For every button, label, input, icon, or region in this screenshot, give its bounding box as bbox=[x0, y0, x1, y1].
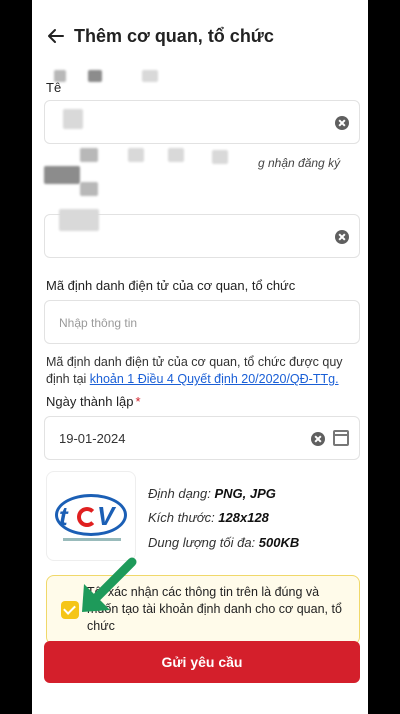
logo-letter-c bbox=[77, 507, 97, 527]
censor-block bbox=[142, 70, 158, 82]
censor-block bbox=[128, 148, 144, 162]
eid-input[interactable]: Nhập thông tin bbox=[44, 300, 360, 344]
censor-block bbox=[59, 209, 99, 231]
eid-placeholder: Nhập thông tin bbox=[59, 316, 138, 330]
max-value: 500KB bbox=[258, 535, 300, 550]
back-arrow-icon[interactable] bbox=[46, 26, 66, 46]
form-content: Tê g nhận đăng ký Mã định danh điện tử c… bbox=[32, 70, 368, 714]
logo-upload[interactable]: t V bbox=[46, 471, 136, 561]
founded-label: Ngày thành lập * bbox=[46, 394, 141, 409]
logo-tagline bbox=[63, 538, 121, 541]
censor-block bbox=[63, 109, 83, 129]
eid-note: Mã định danh điện tử của cơ quan, tổ chứ… bbox=[46, 354, 358, 388]
pointer-arrow-icon bbox=[82, 557, 137, 612]
registration-cert-field[interactable] bbox=[44, 209, 360, 258]
size-spec: Kích thước: 128x128 bbox=[148, 510, 269, 525]
clear-icon[interactable] bbox=[311, 432, 325, 446]
founded-label-text: Ngày thành lập bbox=[46, 394, 134, 409]
format-value: PNG, JPG bbox=[214, 486, 276, 501]
censor-block bbox=[168, 148, 184, 162]
app-header: Thêm cơ quan, tổ chức bbox=[32, 0, 368, 76]
censor-block bbox=[88, 70, 102, 82]
phone-screen: Thêm cơ quan, tổ chức Tê g nhận đăng ký … bbox=[32, 0, 368, 714]
max-size-spec: Dung lượng tối đa: 500KB bbox=[148, 535, 299, 550]
censor-block bbox=[212, 150, 228, 164]
name-field[interactable] bbox=[44, 100, 360, 144]
required-mark: * bbox=[135, 394, 141, 409]
censor-block bbox=[80, 182, 98, 196]
format-spec: Định dạng: PNG, JPG bbox=[148, 486, 276, 501]
format-label: Định dạng: bbox=[148, 486, 215, 501]
eid-label: Mã định danh điện tử của cơ quan, tổ chứ… bbox=[46, 278, 296, 293]
cert-hint-label: g nhận đăng ký bbox=[258, 156, 341, 170]
name-label: Tê bbox=[46, 80, 62, 95]
submit-button[interactable]: Gửi yêu cầu bbox=[44, 641, 360, 683]
logo-letter-v: V bbox=[97, 501, 115, 531]
censor-block bbox=[54, 70, 66, 82]
size-label: Kích thước: bbox=[148, 510, 219, 525]
logo-letter-t: t bbox=[59, 501, 68, 531]
size-value: 128x128 bbox=[218, 510, 269, 525]
founded-date-value: 19-01-2024 bbox=[59, 431, 126, 446]
page-title: Thêm cơ quan, tổ chức bbox=[74, 26, 274, 46]
calendar-icon[interactable] bbox=[333, 430, 349, 446]
censor-block bbox=[80, 148, 98, 162]
max-label: Dung lượng tối đa: bbox=[148, 535, 259, 550]
clear-icon[interactable] bbox=[335, 230, 349, 244]
censor-block bbox=[44, 166, 80, 184]
clear-icon[interactable] bbox=[335, 116, 349, 130]
regulation-link[interactable]: khoản 1 Điều 4 Quyết định 20/2020/QĐ-TTg… bbox=[90, 372, 339, 386]
founded-date-field[interactable]: 19-01-2024 bbox=[44, 416, 360, 460]
